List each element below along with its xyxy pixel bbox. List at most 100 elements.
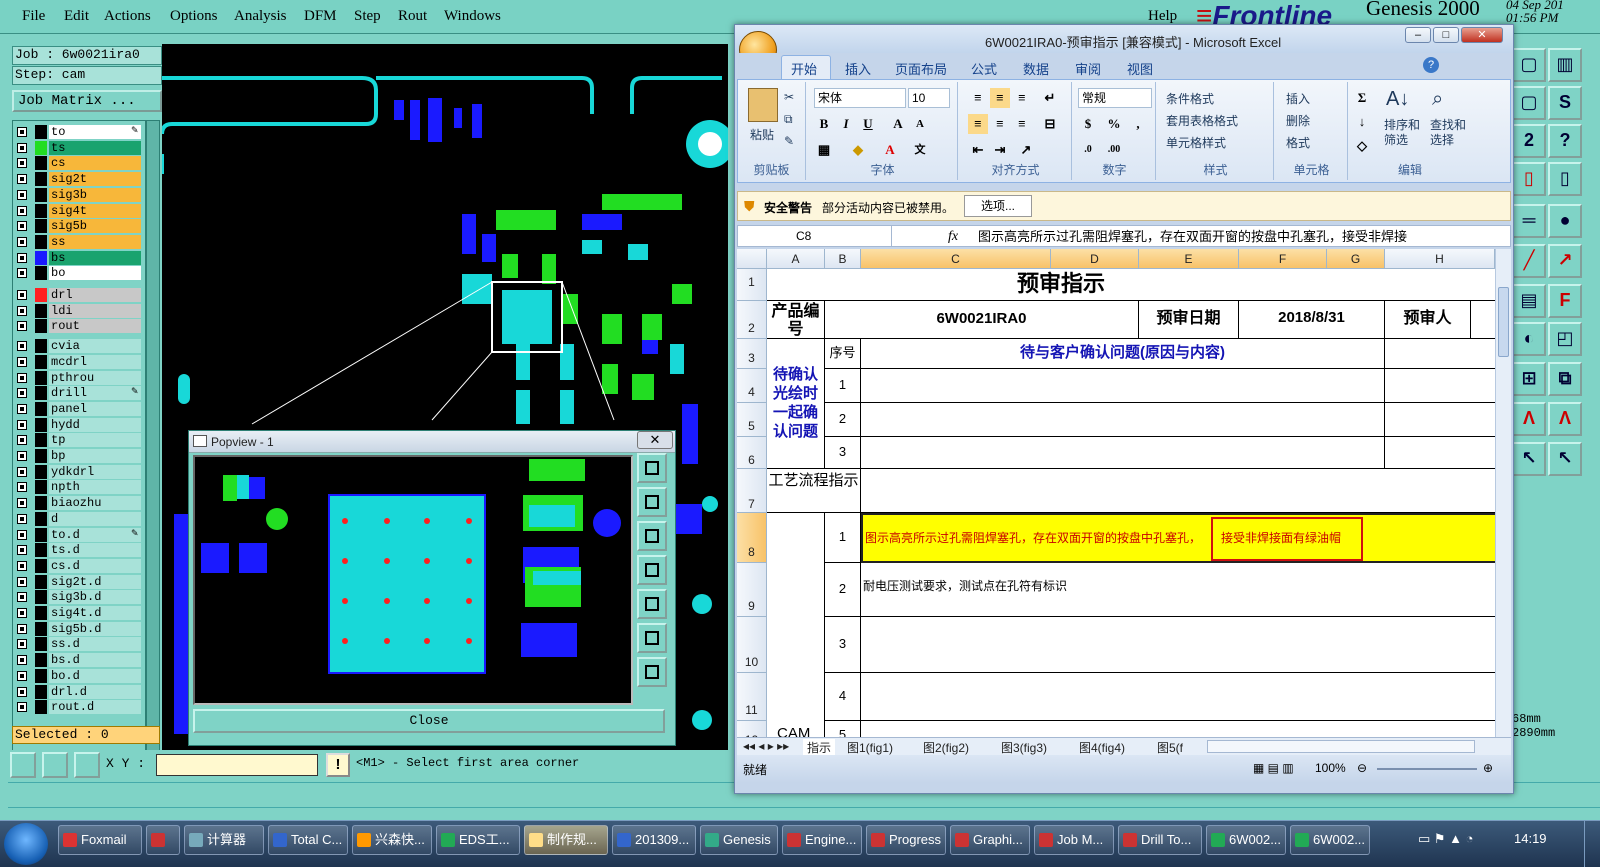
menu-dfm[interactable]: DFM bbox=[304, 8, 337, 25]
layer-row[interactable]: drl bbox=[13, 288, 145, 302]
taskbar-item[interactable]: 计算器 bbox=[184, 825, 264, 855]
reviewer-label-cell[interactable]: 预审人 bbox=[1385, 301, 1471, 339]
layer-color-swatch[interactable] bbox=[35, 125, 47, 139]
sheet-nav-icons[interactable]: ◂◂ ◂ ▸ ▸▸ bbox=[743, 739, 789, 753]
layer-row[interactable]: d bbox=[13, 511, 145, 526]
tab-formulas[interactable]: 公式 bbox=[971, 59, 997, 78]
tool-icon[interactable]: ▤ bbox=[1512, 284, 1546, 318]
increase-decimal-icon[interactable]: .0 bbox=[1078, 140, 1098, 160]
taskbar-item[interactable]: Genesis bbox=[700, 825, 778, 855]
layer-color-swatch[interactable] bbox=[35, 464, 47, 479]
tool-icon[interactable]: S bbox=[1548, 86, 1582, 120]
layer-checkbox[interactable] bbox=[17, 189, 27, 200]
layer-row[interactable]: panel bbox=[13, 401, 145, 416]
seq-cell[interactable]: 1 bbox=[825, 369, 861, 403]
layer-checkbox[interactable] bbox=[17, 341, 27, 352]
layer-color-swatch[interactable] bbox=[35, 370, 47, 385]
tab-view[interactable]: 视图 bbox=[1127, 59, 1153, 78]
layer-checkbox[interactable] bbox=[17, 623, 27, 634]
layer-color-swatch[interactable] bbox=[35, 590, 47, 605]
taskbar-item[interactable]: EDS工... bbox=[436, 825, 520, 855]
taskbar-item[interactable]: Graphi... bbox=[950, 825, 1030, 855]
pan-right-tool-icon[interactable] bbox=[637, 589, 667, 619]
autosum-icon[interactable]: Σ bbox=[1352, 88, 1372, 108]
layer-checkbox[interactable] bbox=[17, 592, 27, 603]
layer-name[interactable]: drl.d bbox=[49, 684, 141, 699]
tab-insert[interactable]: 插入 bbox=[845, 59, 871, 78]
vertical-scrollbar[interactable] bbox=[1495, 249, 1511, 737]
sort-filter-icon[interactable]: A↓ bbox=[1386, 88, 1409, 111]
tool-icon[interactable]: ↗ bbox=[1548, 244, 1582, 278]
layer-row[interactable]: hydd bbox=[13, 417, 145, 432]
empty-cell[interactable] bbox=[861, 437, 1385, 469]
italic-button[interactable]: I bbox=[836, 114, 856, 134]
menu-analysis[interactable]: Analysis bbox=[234, 8, 287, 25]
empty-cell[interactable] bbox=[861, 673, 1495, 721]
pan-down-tool-icon[interactable] bbox=[637, 521, 667, 551]
layer-row[interactable]: npth bbox=[13, 480, 145, 495]
layer-row[interactable]: drl.d bbox=[13, 684, 145, 699]
layer-row[interactable]: sig2t bbox=[13, 172, 145, 187]
underline-button[interactable]: U bbox=[858, 114, 878, 134]
clear-icon[interactable]: ◇ bbox=[1352, 136, 1372, 156]
layer-name[interactable]: cs.d bbox=[49, 558, 141, 573]
layer-name[interactable]: biaozhu bbox=[49, 496, 141, 511]
taskbar-item[interactable]: Drill To... bbox=[1118, 825, 1202, 855]
layer-row[interactable]: to ✎ bbox=[13, 125, 145, 139]
layer-row[interactable]: bo bbox=[13, 266, 145, 281]
taskbar-item[interactable]: Total C... bbox=[268, 825, 348, 855]
layer-color-swatch[interactable] bbox=[35, 668, 47, 683]
layer-row[interactable]: bs bbox=[13, 250, 145, 265]
minimize-icon[interactable]: – bbox=[1405, 27, 1431, 43]
layer-checkbox[interactable] bbox=[17, 236, 27, 247]
layer-row[interactable]: ydkdrl bbox=[13, 464, 145, 479]
xy-input[interactable] bbox=[156, 754, 318, 776]
layer-color-swatch[interactable] bbox=[35, 203, 47, 218]
conditional-format-button[interactable]: 条件格式 bbox=[1166, 90, 1214, 107]
layer-row[interactable]: cvia bbox=[13, 339, 145, 354]
layer-checkbox[interactable] bbox=[17, 608, 27, 618]
layer-name[interactable]: to.d bbox=[49, 527, 141, 542]
row-header[interactable]: 4 bbox=[737, 369, 767, 403]
pending-label-cell[interactable]: 待确认光绘时一起确认问题 bbox=[767, 339, 825, 469]
layer-name[interactable]: bs bbox=[49, 250, 141, 265]
layer-color-swatch[interactable] bbox=[35, 140, 47, 155]
seq-cell[interactable]: 3 bbox=[825, 437, 861, 469]
layer-name[interactable]: sig5b.d bbox=[49, 621, 141, 636]
layer-checkbox[interactable] bbox=[17, 403, 27, 414]
row-header[interactable]: 7 bbox=[737, 469, 767, 513]
layer-name[interactable]: sig3b bbox=[49, 187, 141, 202]
tool-icon[interactable]: ● bbox=[1548, 204, 1582, 238]
column-header[interactable]: G bbox=[1327, 249, 1385, 269]
show-desktop-button[interactable] bbox=[1584, 821, 1600, 867]
layer-name[interactable]: sig4t.d bbox=[49, 606, 141, 620]
layer-checkbox[interactable] bbox=[17, 268, 27, 279]
tab-home[interactable]: 开始 bbox=[791, 59, 817, 78]
decrease-indent-icon[interactable]: ⇤ bbox=[968, 140, 988, 160]
layer-row[interactable]: sig5b.d bbox=[13, 621, 145, 636]
taskbar-item[interactable]: 201309... bbox=[612, 825, 696, 855]
layer-checkbox[interactable] bbox=[17, 419, 27, 430]
menu-help[interactable]: Help bbox=[1148, 8, 1177, 25]
scroll-thumb[interactable] bbox=[1498, 287, 1509, 357]
layer-checkbox[interactable] bbox=[17, 560, 27, 571]
seq-header-cell[interactable]: 序号 bbox=[825, 339, 861, 369]
layer-checkbox[interactable] bbox=[17, 174, 27, 185]
layer-color-swatch[interactable] bbox=[35, 558, 47, 573]
layer-name[interactable]: ss bbox=[49, 234, 141, 249]
pending-header-cell[interactable]: 待与客户确认问题(原因与内容) bbox=[861, 339, 1385, 369]
process-seq-cell[interactable]: 2 bbox=[825, 563, 861, 617]
row-header[interactable]: 3 bbox=[737, 339, 767, 369]
layer-name[interactable]: ss.d bbox=[49, 637, 141, 652]
layer-row[interactable]: ss.d bbox=[13, 637, 145, 652]
wrap-text-icon[interactable]: ↵ bbox=[1040, 88, 1060, 108]
layer-color-swatch[interactable] bbox=[35, 266, 47, 281]
layer-color-swatch[interactable] bbox=[35, 700, 47, 715]
tool-icon[interactable]: ═ bbox=[1512, 204, 1546, 238]
cam-cell[interactable]: CAM bbox=[767, 513, 825, 737]
font-name-select[interactable]: 宋体 bbox=[814, 88, 906, 108]
row-header[interactable]: 11 bbox=[737, 673, 767, 721]
layer-checkbox[interactable] bbox=[17, 639, 27, 650]
layer-name[interactable]: cvia bbox=[49, 339, 141, 354]
layer-name[interactable]: hydd bbox=[49, 417, 141, 432]
